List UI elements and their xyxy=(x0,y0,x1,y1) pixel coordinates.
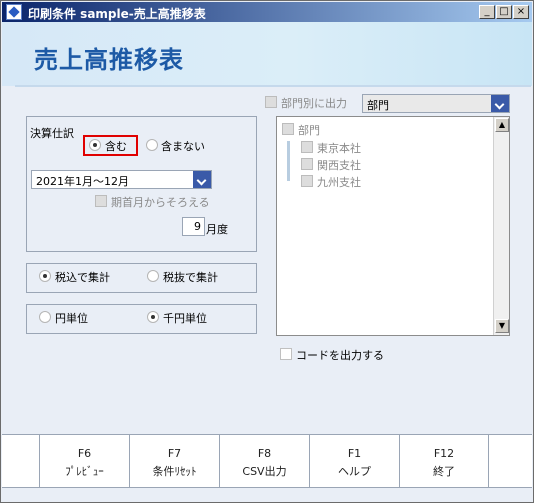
department-item-label: 九州支社 xyxy=(317,176,361,189)
align-start-month-label: 期首月からそろえる xyxy=(111,196,210,209)
thousand-yen-unit-label[interactable]: 千円単位 xyxy=(163,310,207,326)
status-bar xyxy=(2,489,532,502)
chevron-down-icon[interactable] xyxy=(491,95,509,112)
department-output-checkbox[interactable] xyxy=(265,96,277,108)
scroll-up-icon[interactable]: ▲ xyxy=(495,118,509,132)
chevron-down-icon[interactable] xyxy=(193,171,211,188)
app-icon xyxy=(6,4,22,20)
tax-inclusive-radio[interactable] xyxy=(39,270,51,282)
department-item-label: 関西支社 xyxy=(317,159,361,172)
thousand-yen-unit-radio[interactable] xyxy=(147,311,159,323)
preview-button[interactable]: F6 ﾌﾟﾚﾋﾞｭｰ xyxy=(39,435,129,487)
code-output-label[interactable]: コードを出力する xyxy=(296,347,384,363)
function-key-label: F8 xyxy=(257,447,272,460)
settlement-label: 決算仕訳 xyxy=(30,127,74,140)
department-item-checkbox[interactable] xyxy=(301,175,313,187)
tax-exclusive-label[interactable]: 税抜で集計 xyxy=(163,269,218,285)
settlement-exclude-label[interactable]: 含まない xyxy=(161,138,205,154)
department-list[interactable]: 部門 東京本社 関西支社 九州支社 ▲ ▼ xyxy=(276,116,510,336)
department-root-checkbox[interactable] xyxy=(282,123,294,135)
tax-exclusive-radio[interactable] xyxy=(147,270,159,282)
department-list-scrollbar[interactable]: ▲ ▼ xyxy=(493,117,509,335)
align-start-month-checkbox[interactable] xyxy=(95,195,107,207)
degree-input[interactable]: 9 xyxy=(182,217,205,236)
minimize-button[interactable]: _ xyxy=(479,5,495,19)
degree-unit-label: 月度 xyxy=(206,223,228,236)
include-highlight-box xyxy=(83,135,138,156)
settlement-exclude-radio[interactable] xyxy=(146,139,158,151)
function-key-caption: ヘルプ xyxy=(338,465,371,478)
department-select-value: 部門 xyxy=(367,99,389,112)
function-key-caption: ﾌﾟﾚﾋﾞｭｰ xyxy=(65,465,104,478)
department-output-label: 部門別に出力 xyxy=(281,97,347,110)
close-button[interactable]: × xyxy=(513,5,529,19)
period-select-value: 2021年1月～12月 xyxy=(36,175,129,188)
function-key-label: F12 xyxy=(433,447,455,460)
title-bar[interactable]: 印刷条件 sample-売上高推移表 _ □ × xyxy=(2,2,532,22)
window-title: 印刷条件 sample-売上高推移表 xyxy=(28,7,206,21)
header-divider xyxy=(15,85,531,87)
function-key-caption: CSV出力 xyxy=(242,465,287,478)
csv-export-button[interactable]: F8 CSV出力 xyxy=(219,435,309,487)
department-item-label: 東京本社 xyxy=(317,142,361,155)
code-output-checkbox[interactable] xyxy=(280,348,292,360)
department-item-checkbox[interactable] xyxy=(301,141,313,153)
yen-unit-label[interactable]: 円単位 xyxy=(55,310,88,326)
function-key-label: F6 xyxy=(77,447,92,460)
tax-inclusive-label[interactable]: 税込で集計 xyxy=(55,269,110,285)
page-title: 売上高推移表 xyxy=(34,46,184,74)
department-root-label: 部門 xyxy=(298,124,320,137)
maximize-button[interactable]: □ xyxy=(496,5,512,19)
function-key-bar: F6 ﾌﾟﾚﾋﾞｭｰ F7 条件ﾘｾｯﾄ F8 CSV出力 F1 ヘルプ F12… xyxy=(2,434,532,488)
department-item-checkbox[interactable] xyxy=(301,158,313,170)
tree-indent-bar xyxy=(287,141,290,181)
help-button[interactable]: F1 ヘルプ xyxy=(309,435,399,487)
function-key-caption: 終了 xyxy=(433,465,455,478)
period-select[interactable]: 2021年1月～12月 xyxy=(31,170,212,189)
function-key-caption: 条件ﾘｾｯﾄ xyxy=(152,465,197,478)
header-band: 売上高推移表 xyxy=(2,22,532,86)
scroll-down-icon[interactable]: ▼ xyxy=(495,319,509,333)
print-conditions-window: 印刷条件 sample-売上高推移表 _ □ × 売上高推移表 部門別に出力 部… xyxy=(0,0,534,503)
function-key-label: F7 xyxy=(167,447,182,460)
function-key-label: F1 xyxy=(347,447,362,460)
exit-button[interactable]: F12 終了 xyxy=(399,435,489,487)
yen-unit-radio[interactable] xyxy=(39,311,51,323)
department-select[interactable]: 部門 xyxy=(362,94,510,113)
reset-conditions-button[interactable]: F7 条件ﾘｾｯﾄ xyxy=(129,435,219,487)
